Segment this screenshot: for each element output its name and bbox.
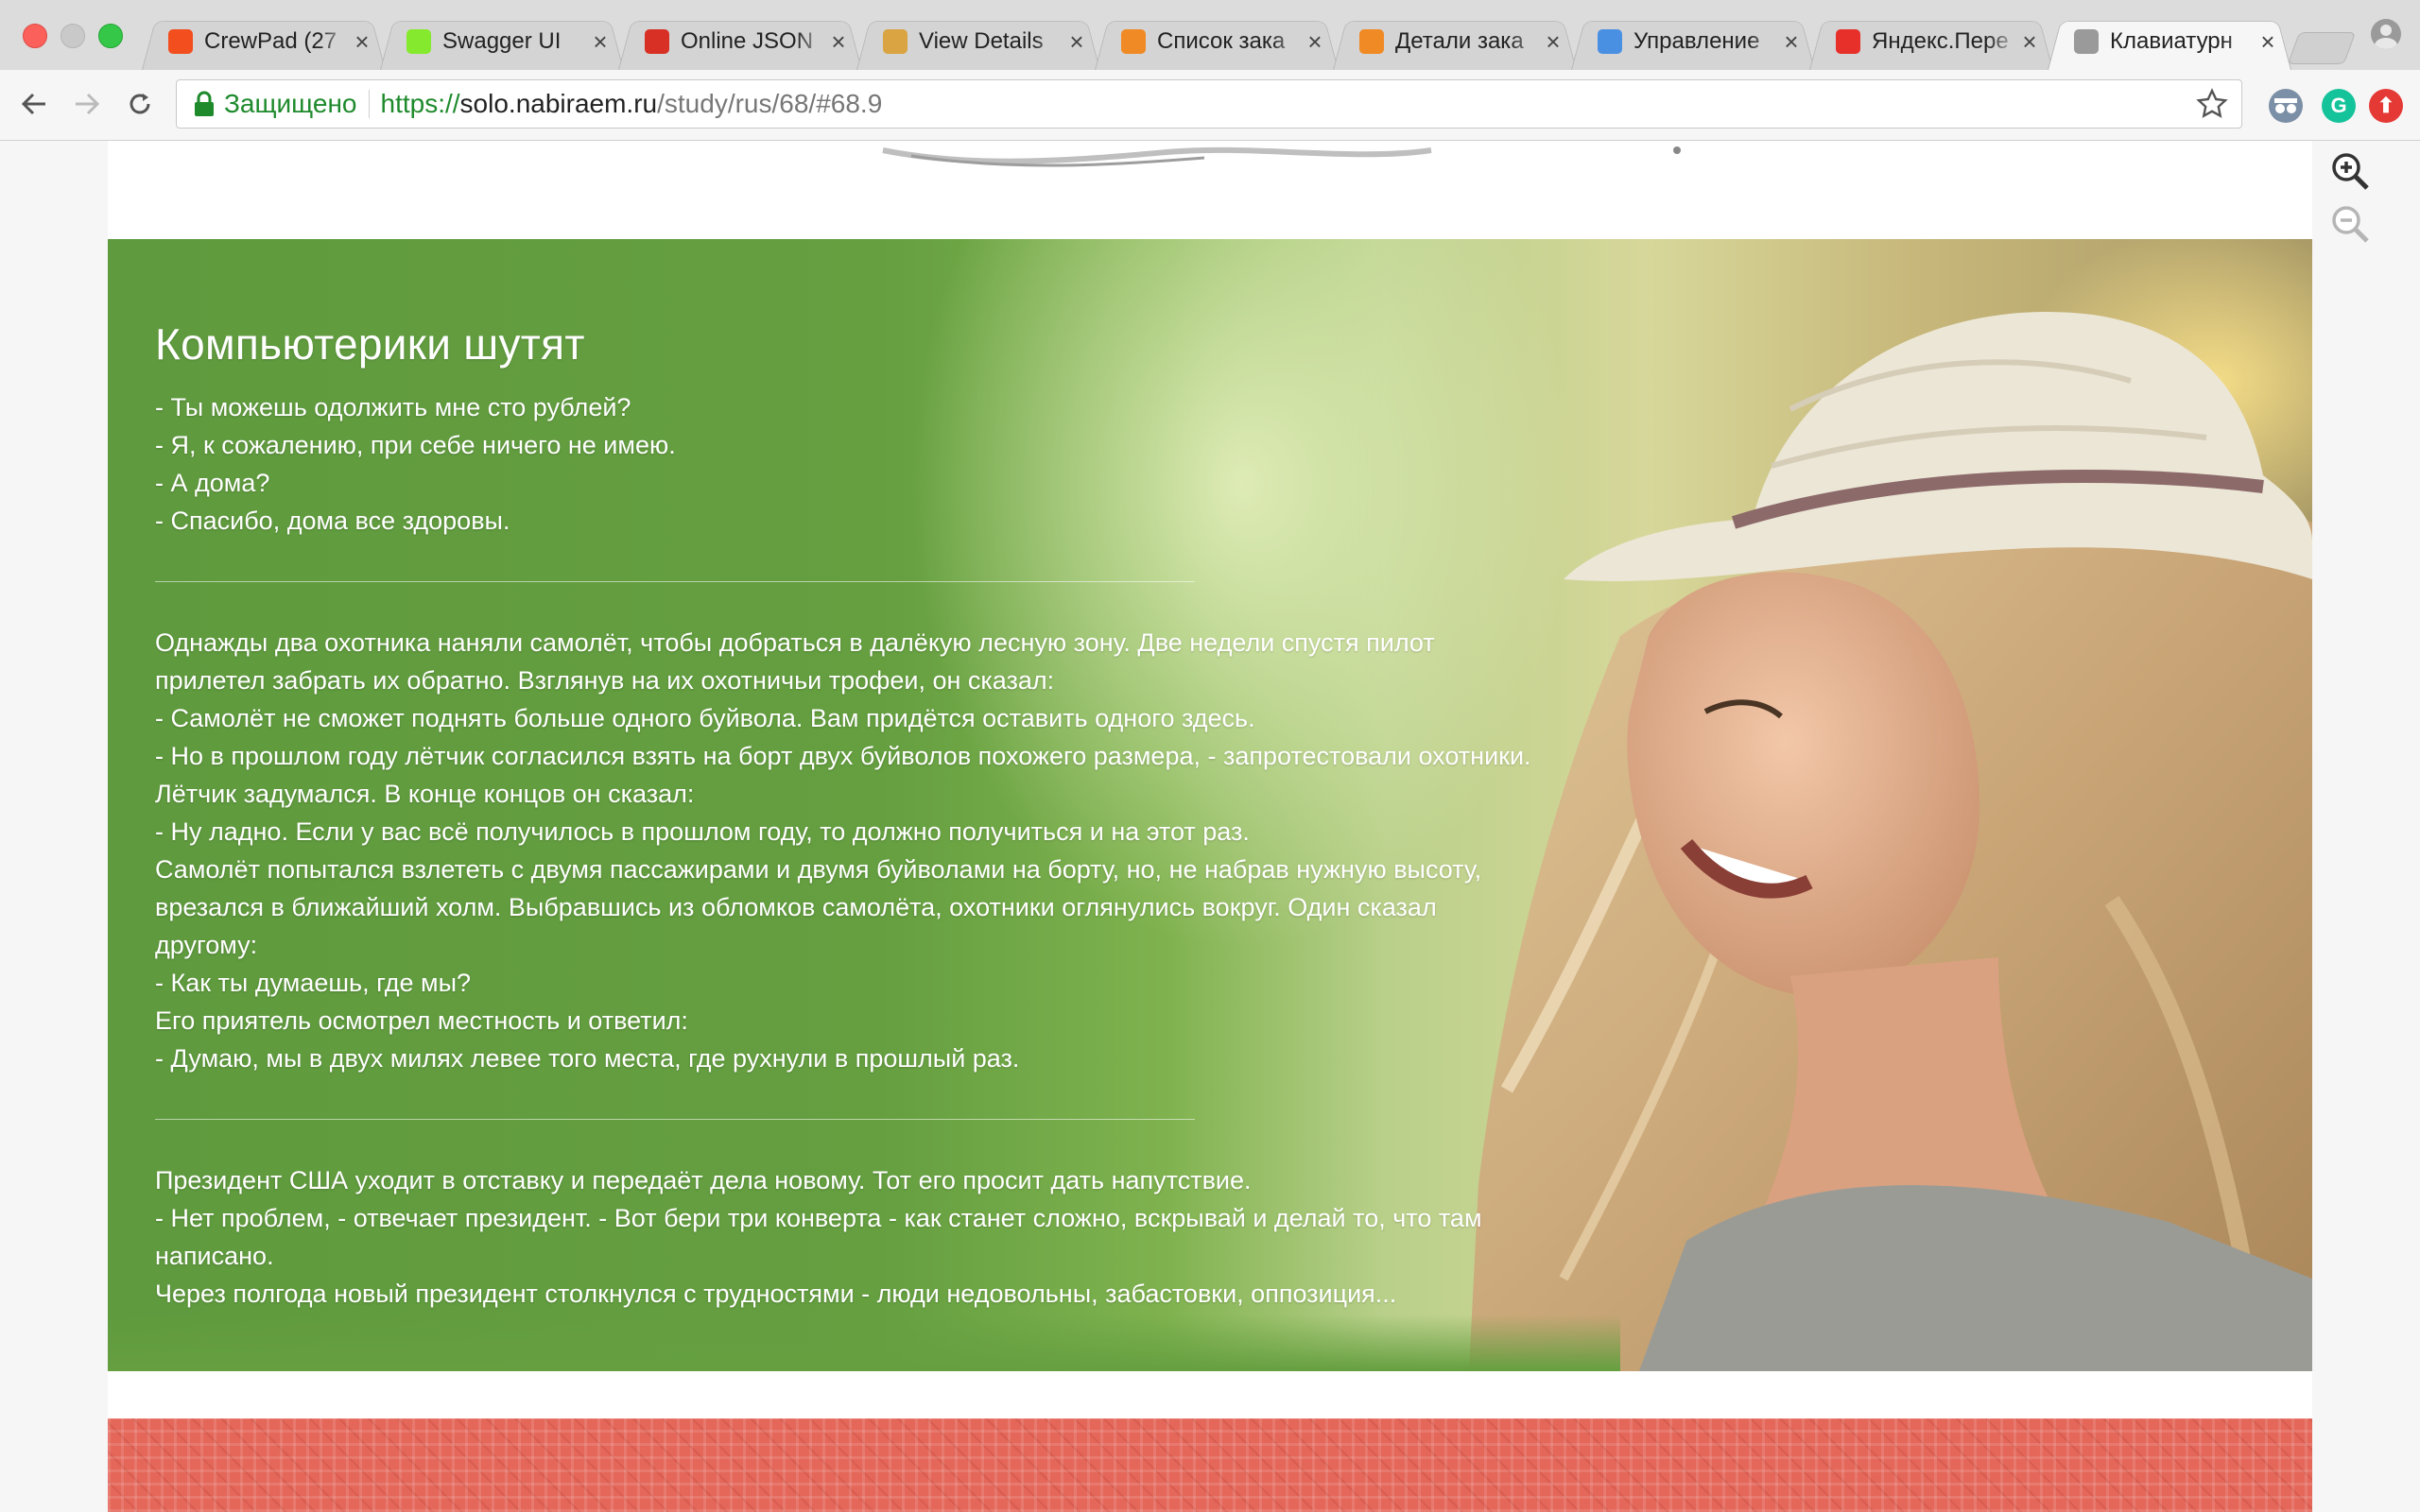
browser-tab[interactable]: Детали зака × xyxy=(1333,13,1577,71)
tab-title: Список зака xyxy=(1157,28,1286,54)
json-viewer-icon xyxy=(645,29,669,54)
zoom-out-icon[interactable] xyxy=(2329,203,2371,245)
content-fade xyxy=(108,1314,1620,1371)
tab-close-icon[interactable]: × xyxy=(590,27,611,57)
browser-tab[interactable]: Управление × xyxy=(1571,13,1815,71)
joke-line: Лётчик задумался. В конце концов он сказ… xyxy=(155,780,695,808)
reload-icon xyxy=(130,94,150,114)
page-icon xyxy=(2074,29,2099,54)
tab-title: Управление xyxy=(1634,28,1760,54)
smiling-woman-photo xyxy=(1469,311,2312,1371)
page-viewport: Компьютерики шутят - Ты можешь одолжить … xyxy=(0,141,2420,1512)
jokes-content: Компьютерики шутят - Ты можешь одолжить … xyxy=(155,318,1535,1313)
tab-close-icon[interactable]: × xyxy=(1305,27,1325,57)
browser-tab[interactable]: Swagger UI × xyxy=(380,13,624,71)
url-host: solo.nabiraem.ru xyxy=(459,89,658,118)
joke-3: Президент США уходит в отставку и переда… xyxy=(155,1161,1535,1313)
tab-close-icon[interactable]: × xyxy=(2257,27,2278,57)
joke-line: - Самолёт не сможет поднять больше одног… xyxy=(155,704,1255,732)
tab-close-icon[interactable]: × xyxy=(2019,27,2040,57)
secure-label: Защищено xyxy=(224,89,357,118)
minimize-window-button[interactable] xyxy=(60,24,85,48)
globe-icon xyxy=(1598,29,1622,54)
yandex-translate-icon xyxy=(1836,29,1860,54)
joke-line: Самолёт попытался взлететь с двумя пасса… xyxy=(155,855,1482,959)
pizza-slice-icon xyxy=(883,29,908,54)
incognito-extension-icon[interactable] xyxy=(2269,89,2303,123)
tab-title: View Details xyxy=(919,28,1044,54)
tab-close-icon[interactable]: × xyxy=(352,27,372,57)
browser-tab[interactable]: Яндекс.Пере × xyxy=(1809,13,2053,71)
joke-line: - А дома? xyxy=(155,469,270,497)
tab-title: CrewPad (27 xyxy=(204,28,337,54)
joke-divider xyxy=(155,581,1195,582)
joke-line: - Спасибо, дома все здоровы. xyxy=(155,507,510,535)
joke-line: - Нет проблем, - отвечает президент. - В… xyxy=(155,1204,1482,1270)
url-path: /study/rus/68/#68.9 xyxy=(657,89,883,118)
tab-title: Online JSON xyxy=(681,28,814,54)
joke-line: Его приятель осмотрел местность и ответи… xyxy=(155,1006,688,1035)
address-separator xyxy=(368,90,370,118)
bookmark-star-icon[interactable] xyxy=(2196,88,2228,120)
new-tab-button[interactable] xyxy=(2287,32,2357,64)
joke-line: - Ну ладно. Если у вас всё получилось в … xyxy=(155,817,1250,846)
browser-tab[interactable]: CrewPad (27 × xyxy=(142,13,386,71)
tab-title: Swagger UI xyxy=(442,28,562,54)
joke-divider xyxy=(155,1119,1195,1120)
tab-close-icon[interactable]: × xyxy=(1543,27,1564,57)
joke-line: - Думаю, мы в двух милях левее того мест… xyxy=(155,1044,1020,1073)
grammarly-icon[interactable]: G xyxy=(2322,89,2356,123)
red-patterned-banner xyxy=(108,1418,2312,1512)
browser-tab[interactable]: View Details × xyxy=(856,13,1100,71)
forward-button[interactable] xyxy=(66,83,108,125)
tab-title: Яндекс.Пере xyxy=(1872,28,2009,54)
joke-line: - Я, к сожалению, при себе ничего не име… xyxy=(155,431,676,459)
jokes-hero-section: Компьютерики шутят - Ты можешь одолжить … xyxy=(108,239,2312,1371)
lock-icon xyxy=(195,91,214,116)
tab-close-icon[interactable]: × xyxy=(1781,27,1802,57)
arrow-right-icon xyxy=(76,93,100,115)
joke-line: - Ты можешь одолжить мне сто рублей? xyxy=(155,393,631,421)
reload-button[interactable] xyxy=(119,83,161,125)
fullscreen-window-button[interactable] xyxy=(98,24,123,48)
url-scheme: https:// xyxy=(380,89,460,118)
joke-line: - Но в прошлом году лётчик согласился вз… xyxy=(155,742,1531,770)
zoom-in-icon[interactable] xyxy=(2329,150,2371,192)
tab-close-icon[interactable]: × xyxy=(828,27,849,57)
joke-1: - Ты можешь одолжить мне сто рублей? - Я… xyxy=(155,388,1535,540)
food-icon xyxy=(1121,29,1146,54)
browser-tab[interactable]: Online JSON × xyxy=(618,13,862,71)
close-window-button[interactable] xyxy=(23,24,47,48)
arrow-left-icon xyxy=(21,93,45,115)
browser-toolbar: Защищено https://solo.nabiraem.ru/study/… xyxy=(0,70,2420,141)
figma-icon xyxy=(168,29,193,54)
joke-line: - Как ты думаешь, где мы? xyxy=(155,969,471,997)
food-icon xyxy=(1359,29,1384,54)
tab-title: Клавиатурн xyxy=(2110,28,2233,54)
swagger-icon xyxy=(406,29,431,54)
address-bar[interactable]: Защищено https://solo.nabiraem.ru/study/… xyxy=(176,79,2242,129)
back-button[interactable] xyxy=(13,83,55,125)
site-logo-fragment xyxy=(882,146,1681,167)
profile-icon[interactable] xyxy=(2371,19,2401,49)
page-title: Компьютерики шутят xyxy=(155,319,585,369)
joke-2: Однажды два охотника наняли самолёт, что… xyxy=(155,624,1535,1077)
browser-tab[interactable]: Клавиатурн × xyxy=(2048,13,2291,71)
tab-strip: CrewPad (27 × Swagger UI × Online JSON × View … xyxy=(0,0,2420,71)
tab-title: Детали зака xyxy=(1395,28,1524,54)
joke-line: Однажды два охотника наняли самолёт, что… xyxy=(155,628,1435,695)
upload-extension-icon[interactable]: ⬆ xyxy=(2369,89,2403,123)
browser-tab[interactable]: Список зака × xyxy=(1095,13,1339,71)
joke-line: Через полгода новый президент столкнулся… xyxy=(155,1280,1397,1308)
joke-line: Президент США уходит в отставку и переда… xyxy=(155,1166,1252,1194)
tab-close-icon[interactable]: × xyxy=(1066,27,1087,57)
